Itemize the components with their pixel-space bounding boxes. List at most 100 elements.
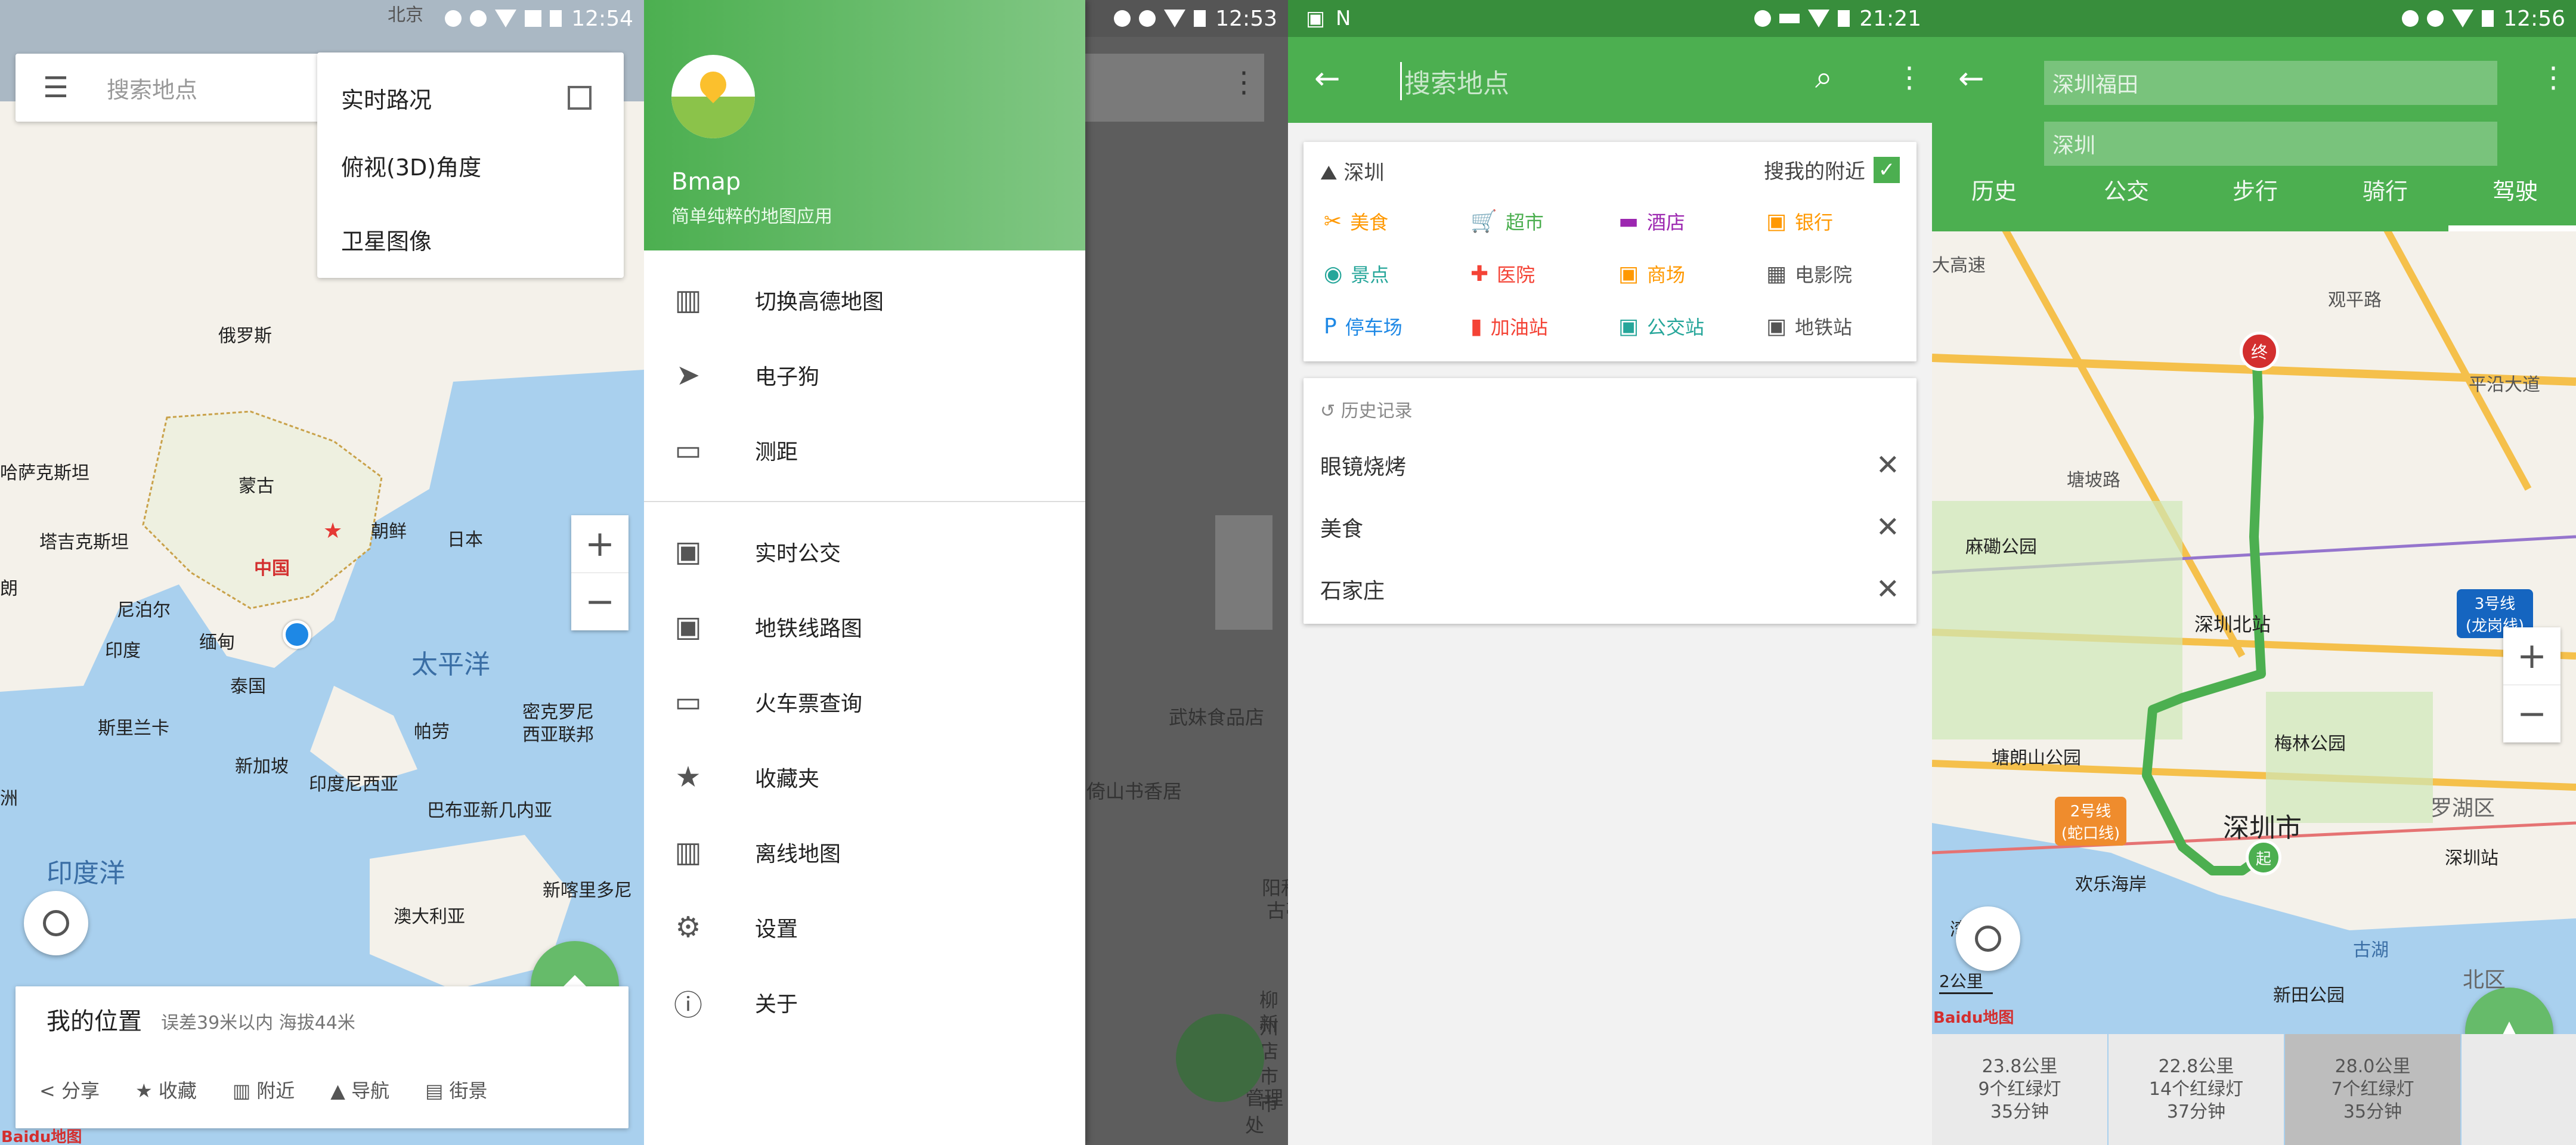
menu-item-traffic[interactable]: 实时路况 <box>341 74 609 122</box>
drawer-item-about[interactable]: ⓘ 关于 <box>644 965 1085 1040</box>
drawer-item-label: 关于 <box>755 992 798 1017</box>
map-label-beijing: 北京 <box>388 5 423 26</box>
drawer-item-label: 设置 <box>755 917 798 942</box>
zoom-in-button[interactable]: + <box>571 515 628 572</box>
map-label-pingyan: 平沿大道 <box>2469 375 2540 395</box>
back-arrow-icon[interactable]: ← <box>1958 61 1984 97</box>
zoom-out-button[interactable]: − <box>571 572 628 630</box>
category-item[interactable]: ▣ 公交站 <box>1618 312 1704 340</box>
category-item[interactable]: P 停车场 <box>1324 312 1402 340</box>
category-item[interactable]: ▣ 银行 <box>1766 208 1833 235</box>
category-item[interactable]: 🛒 超市 <box>1470 208 1544 235</box>
category-item[interactable]: ▦ 电影院 <box>1766 260 1852 287</box>
status-bar: 12:53 <box>1085 0 1288 37</box>
route-option[interactable]: 22.8公里 14个红绿灯 37分钟 <box>2109 1034 2284 1145</box>
map-label-australia: 澳大利亚 <box>394 906 465 927</box>
back-arrow-icon[interactable]: ← <box>1314 61 1340 97</box>
delete-icon[interactable]: ✕ <box>1876 510 1900 544</box>
category-item[interactable]: ✚ 医院 <box>1470 260 1535 287</box>
overflow-menu-icon[interactable]: ⋮ <box>2539 61 2568 94</box>
map-label-russia: 俄罗斯 <box>218 326 272 346</box>
category-item[interactable]: ✂ 美食 <box>1324 208 1388 235</box>
search-placeholder[interactable]: 搜索地点 <box>107 72 197 104</box>
category-label: 加油站 <box>1490 316 1548 339</box>
tab-walk[interactable]: 步行 <box>2233 173 2278 206</box>
favorite-button[interactable]: ★ 收藏 <box>135 1076 197 1103</box>
search-icon[interactable]: ⌕ <box>1815 60 1832 96</box>
search-input[interactable]: 搜索地点 <box>1400 62 1509 100</box>
zoom-out-button[interactable]: − <box>2503 685 2560 742</box>
route-option-selected[interactable]: 28.0公里 7个红绿灯 35分钟 <box>2285 1034 2460 1145</box>
drawer-item-settings[interactable]: ⚙ 设置 <box>644 890 1085 965</box>
drawer-item-subway[interactable]: ▣ 地铁线路图 <box>644 589 1085 664</box>
navigation-drawer: Bmap 简单纯粹的地图应用 ▥ 切换高德地图 ➤ 电子狗 ▭ 测距 ▣ 实时公交 ▣ 地… <box>644 0 1085 1145</box>
drawer-item-measure[interactable]: ▭ 测距 <box>644 413 1085 488</box>
route-option[interactable]: 23.8公里 9个红绿灯 35分钟 <box>1932 1034 2107 1145</box>
menu-icon[interactable]: ☰ <box>43 71 69 104</box>
star-icon: ★ <box>135 1079 153 1102</box>
menu-item-3d[interactable]: 俯视(3D)角度 <box>341 149 481 182</box>
overflow-menu-icon[interactable]: ⋮ <box>1895 61 1924 94</box>
category-card: ⛰ 深圳 搜我的附近 ✓ ✂ 美食 🛒 超市 ▬ 酒店 ▣ 银行 ◉ 景点 ✚ 医院 ▣ 商场 ▦ 电影院 P 停… <box>1304 142 1916 361</box>
food-icon: ✂ <box>1324 209 1342 234</box>
drawer-item-train[interactable]: ▭ 火车票查询 <box>644 664 1085 739</box>
category-item[interactable]: ▣ 商场 <box>1618 260 1685 287</box>
app-description: 简单纯粹的地图应用 <box>671 206 832 227</box>
share-button[interactable]: < 分享 <box>39 1076 100 1103</box>
history-item-label: 眼镜烧烤 <box>1320 455 1407 479</box>
status-time: 12:53 <box>1215 6 1277 31</box>
category-label: 医院 <box>1497 264 1535 286</box>
zoom-in-button[interactable]: + <box>2503 627 2560 685</box>
map-label-meilin: 梅林公园 <box>2274 734 2346 754</box>
delete-icon[interactable]: ✕ <box>1876 448 1900 482</box>
category-label: 公交站 <box>1647 316 1705 339</box>
map-label-singapore: 新加坡 <box>235 756 289 777</box>
from-field[interactable]: 深圳福田 <box>2044 61 2497 105</box>
navigation-arrow-icon: ➤ <box>676 358 701 392</box>
crosshair-icon <box>1975 926 2001 952</box>
category-item[interactable]: ◉ 景点 <box>1324 260 1389 287</box>
route-lights: 9个红绿灯 <box>1978 1079 2061 1100</box>
tab-bike[interactable]: 骑行 <box>2363 173 2408 206</box>
streetview-button[interactable]: ▤ 街景 <box>425 1076 487 1103</box>
drawer-item-offline[interactable]: ▥ 离线地图 <box>644 815 1085 890</box>
drawer-item-bus[interactable]: ▣ 实时公交 <box>644 514 1085 589</box>
baidu-logo: Baidu地图 <box>1 1128 82 1145</box>
info-icon: ⓘ <box>673 989 702 1022</box>
streetview-icon: ▤ <box>425 1079 444 1102</box>
menu-item-satellite[interactable]: 卫星图像 <box>341 223 432 256</box>
nearby-checkbox[interactable]: ✓ <box>1874 156 1900 183</box>
category-item[interactable]: ▮ 加油站 <box>1470 312 1548 340</box>
drawer-item-label: 收藏夹 <box>755 767 820 791</box>
status-time: 12:54 <box>571 6 633 31</box>
map-label-north-station: 深圳北站 <box>2194 613 2271 636</box>
to-field[interactable]: 深圳 <box>2044 122 2497 166</box>
dimmed-label-4: 古亭山 <box>1267 899 1288 922</box>
route-time: 37分钟 <box>2166 1101 2226 1122</box>
status-icons <box>2402 10 2494 27</box>
traffic-checkbox[interactable] <box>568 86 592 110</box>
hotel-icon: ▬ <box>1618 209 1639 234</box>
subway-icon: ▣ <box>1766 314 1787 339</box>
city-selector[interactable]: ⛰ 深圳 <box>1320 156 1384 185</box>
drawer-item-amap[interactable]: ▥ 切换高德地图 <box>644 262 1085 338</box>
navigate-button[interactable]: ▲ 导航 <box>330 1076 389 1103</box>
category-item[interactable]: ▬ 酒店 <box>1618 208 1685 235</box>
delete-icon[interactable]: ✕ <box>1876 572 1900 606</box>
history-item[interactable]: 美食 ✕ <box>1304 496 1916 558</box>
tab-history[interactable]: 历史 <box>1971 173 2017 206</box>
nearby-toggle[interactable]: 搜我的附近 ✓ <box>1764 155 1900 184</box>
route-time: 35分钟 <box>1990 1101 2049 1122</box>
drawer-item-speedcam[interactable]: ➤ 电子狗 <box>644 338 1085 413</box>
drawer-item-label: 火车票查询 <box>755 692 863 716</box>
locate-me-button[interactable] <box>24 891 88 955</box>
history-item[interactable]: 石家庄 ✕ <box>1304 558 1916 620</box>
history-item[interactable]: 眼镜烧烤 ✕ <box>1304 434 1916 496</box>
drawer-item-favorites[interactable]: ★ 收藏夹 <box>644 739 1085 815</box>
tab-bus[interactable]: 公交 <box>2104 173 2149 206</box>
locate-me-button[interactable] <box>1956 906 2020 971</box>
tab-drive[interactable]: 驾驶 <box>2493 173 2538 206</box>
category-item[interactable]: ▣ 地铁站 <box>1766 312 1852 340</box>
status-bar-content: ▣ N 21:21 <box>1288 0 1932 37</box>
nearby-button[interactable]: ▥ 附近 <box>233 1076 295 1103</box>
